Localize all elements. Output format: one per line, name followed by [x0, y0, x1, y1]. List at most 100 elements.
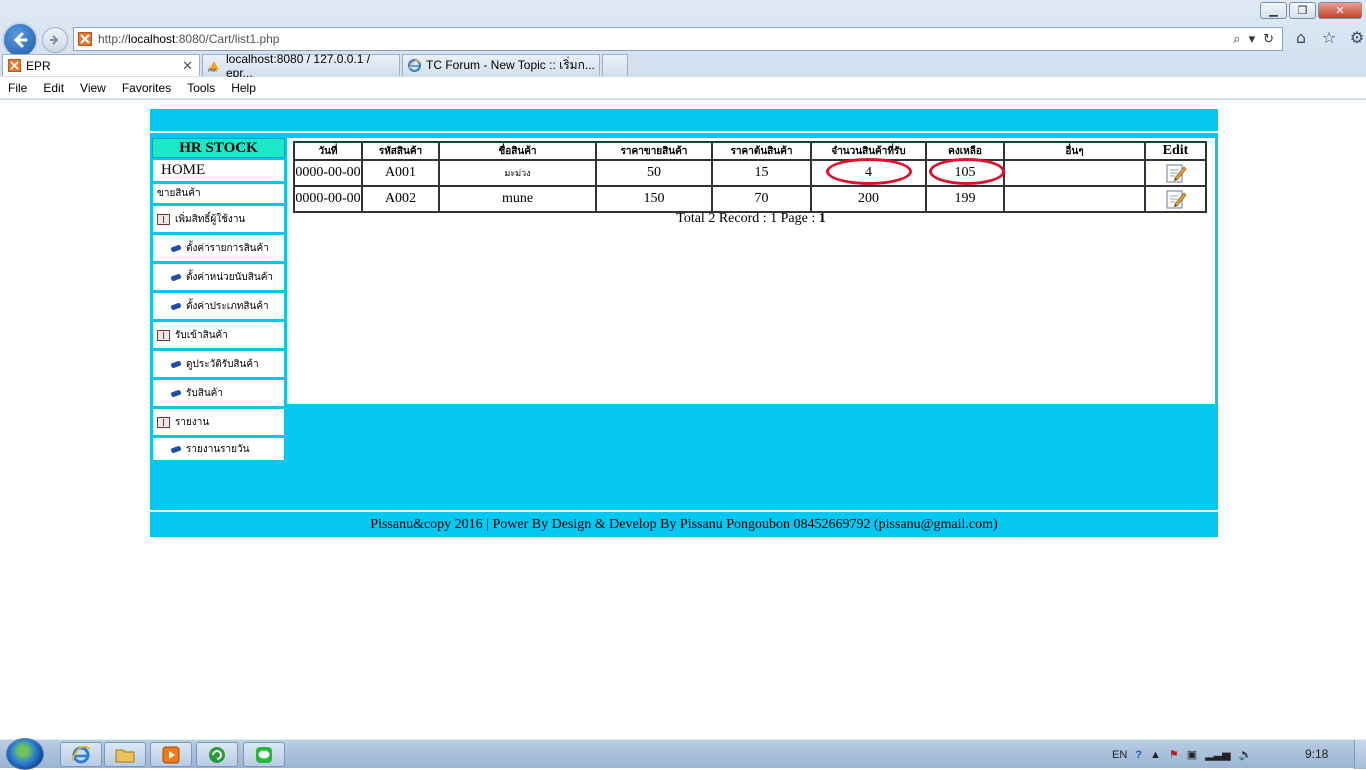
internet-explorer-icon: [71, 745, 91, 763]
table-row: 0000-00-00 A001 มะม่วง 50 15 4 105: [293, 158, 1207, 187]
tab-tc-forum[interactable]: TC Forum - New Topic :: เริ่มก...: [402, 54, 600, 76]
close-window-button[interactable]: ✕: [1318, 2, 1362, 19]
menu-tools[interactable]: Tools: [179, 81, 223, 95]
forward-arrow-icon: [50, 35, 59, 45]
show-hidden-icons-icon[interactable]: ▲: [1150, 749, 1161, 761]
search-icon[interactable]: ⌕: [1233, 32, 1240, 47]
tab-phpmyadmin[interactable]: PMA localhost:8080 / 127.0.0.1 / epr...: [202, 52, 400, 80]
stock-table: วันที่ รหัสสินค้า ชื่อสินค้า ราคาขายสินค…: [293, 141, 1207, 213]
column-header: ราคาขายสินค้า: [595, 141, 713, 161]
received-qty-cell: 4: [810, 158, 927, 187]
sidebar-item-product-list-settings[interactable]: ตั้งค่ารายการสินค้า: [152, 233, 285, 262]
sidebar-item-label: เพิ่มสิทธิ์ผู้ใช้งาน: [175, 213, 246, 225]
taskbar-explorer-button[interactable]: [104, 742, 146, 767]
other-cell: [1003, 185, 1146, 213]
url-text[interactable]: http://localhost:8080/Cart/list1.php: [98, 32, 1233, 46]
menu-help[interactable]: Help: [223, 81, 264, 95]
cost-price-cell: 15: [711, 159, 812, 187]
menu-bar: File Edit View Favorites Tools Help: [0, 77, 1366, 99]
sidebar-item-receive-history[interactable]: ดูประวัติรับสินค้า: [152, 349, 285, 378]
taskbar-app-green-button[interactable]: [196, 742, 238, 767]
sidebar-title: HR STOCK: [152, 138, 285, 158]
book-icon: [157, 416, 170, 428]
edit-pencil-icon[interactable]: [1165, 188, 1187, 210]
sidebar-item-receive[interactable]: รับสินค้า: [152, 378, 285, 407]
favorites-star-icon[interactable]: ☆: [1320, 28, 1338, 47]
taskbar-line-button[interactable]: [243, 742, 285, 767]
sidebar-item-label: ขายสินค้า: [157, 188, 201, 199]
url-path: :8080/Cart/list1.php: [175, 32, 280, 46]
book-icon: [157, 213, 170, 225]
sell-price-cell: 150: [595, 185, 713, 213]
action-center-flag-icon[interactable]: ⚑: [1169, 748, 1179, 761]
menu-favorites[interactable]: Favorites: [114, 81, 179, 95]
volume-muted-icon[interactable]: 🔈: [1239, 748, 1253, 761]
network-signal-icon[interactable]: ▂▃▅: [1205, 748, 1230, 761]
tab-label: localhost:8080 / 127.0.0.1 / epr...: [226, 51, 371, 80]
show-desktop-button[interactable]: [1354, 740, 1366, 769]
sidebar-item-daily-report[interactable]: รายงานรายวัน: [152, 436, 285, 461]
home-icon[interactable]: ⌂: [1292, 28, 1310, 47]
column-header: คงเหลือ: [925, 141, 1005, 161]
start-button[interactable]: [6, 738, 44, 770]
date-cell: 0000-00-00: [293, 185, 363, 213]
sidebar-item-unit-settings[interactable]: ตั้งค่าหน่วยนับสินค้า: [152, 262, 285, 291]
back-button[interactable]: [2, 22, 38, 58]
sidebar-item-receive-goods[interactable]: รับเข้าสินค้า: [152, 320, 285, 349]
page-link[interactable]: 1: [819, 211, 826, 226]
pen-icon: [170, 243, 182, 253]
record-summary: Total 2 Record : 1 Page : 1: [287, 211, 1215, 227]
sidebar-item-label: รับเข้าสินค้า: [175, 329, 228, 341]
dropdown-arrow-icon[interactable]: ▾: [1249, 32, 1256, 47]
sidebar-item-sell[interactable]: ขายสินค้า: [152, 182, 285, 204]
pen-icon: [170, 272, 182, 282]
taskbar-ie-button[interactable]: [60, 742, 102, 767]
language-indicator[interactable]: EN: [1112, 749, 1127, 761]
product-name-cell: มะม่วง: [438, 159, 597, 187]
pen-icon: [170, 301, 182, 311]
page-container: HR STOCK HOME ขายสินค้า เพิ่มสิทธิ์ผู้ใช…: [150, 109, 1218, 537]
edit-pencil-icon[interactable]: [1165, 162, 1187, 184]
window-controls: ▁ ❐ ✕: [1260, 2, 1362, 19]
column-header: รหัสสินค้า: [361, 141, 440, 161]
svg-text:PMA: PMA: [208, 68, 217, 72]
green-app-icon: [209, 746, 225, 763]
sidebar-item-label: รายงาน: [175, 416, 210, 428]
new-tab-button[interactable]: [602, 54, 628, 76]
remaining-value: 105: [954, 165, 976, 180]
pen-icon: [170, 359, 182, 369]
taskbar-media-button[interactable]: [150, 742, 192, 767]
help-icon[interactable]: ?: [1135, 749, 1142, 761]
remaining-cell: 105: [925, 158, 1005, 187]
footer: Pissanu&copy 2016 | Power By Design & De…: [150, 510, 1218, 537]
column-header: อื่นๆ: [1003, 141, 1146, 161]
sidebar-item-reports[interactable]: รายงาน: [152, 407, 285, 436]
phpmyadmin-favicon-icon: PMA: [207, 59, 221, 73]
sidebar-item-user-permissions[interactable]: เพิ่มสิทธิ์ผู้ใช้งาน: [152, 204, 285, 233]
sidebar-item-home[interactable]: HOME: [152, 158, 285, 182]
taskbar-clock[interactable]: 9:18: [1305, 747, 1328, 761]
sidebar-item-label: ตั้งค่าหน่วยนับสินค้า: [186, 271, 274, 283]
sidebar-item-label: ตั้งค่าประเภทสินค้า: [186, 300, 269, 312]
minimize-button[interactable]: ▁: [1260, 2, 1287, 19]
site-favicon-icon: [78, 32, 92, 46]
address-bar[interactable]: http://localhost:8080/Cart/list1.php ⌕ ▾…: [73, 27, 1283, 51]
sidebar-item-label: รับสินค้า: [186, 387, 223, 399]
menu-file[interactable]: File: [0, 81, 35, 95]
menu-edit[interactable]: Edit: [35, 81, 72, 95]
sidebar: HR STOCK HOME ขายสินค้า เพิ่มสิทธิ์ผู้ใช…: [152, 138, 285, 461]
received-qty-value: 4: [865, 165, 872, 180]
menu-view[interactable]: View: [72, 81, 114, 95]
refresh-icon[interactable]: ↻: [1263, 32, 1274, 47]
url-host: localhost: [128, 32, 176, 46]
restore-button[interactable]: ❐: [1289, 2, 1316, 19]
device-icon[interactable]: ▣: [1187, 748, 1197, 761]
other-cell: [1003, 159, 1146, 187]
forward-button[interactable]: [42, 27, 68, 53]
close-tab-icon[interactable]: ✕: [182, 58, 193, 74]
sidebar-item-category-settings[interactable]: ตั้งค่าประเภทสินค้า: [152, 291, 285, 320]
remaining-cell: 199: [925, 185, 1005, 213]
epr-favicon-icon: [7, 59, 21, 73]
settings-gear-icon[interactable]: ⚙: [1348, 28, 1366, 47]
tab-epr[interactable]: EPR ✕: [2, 54, 200, 76]
